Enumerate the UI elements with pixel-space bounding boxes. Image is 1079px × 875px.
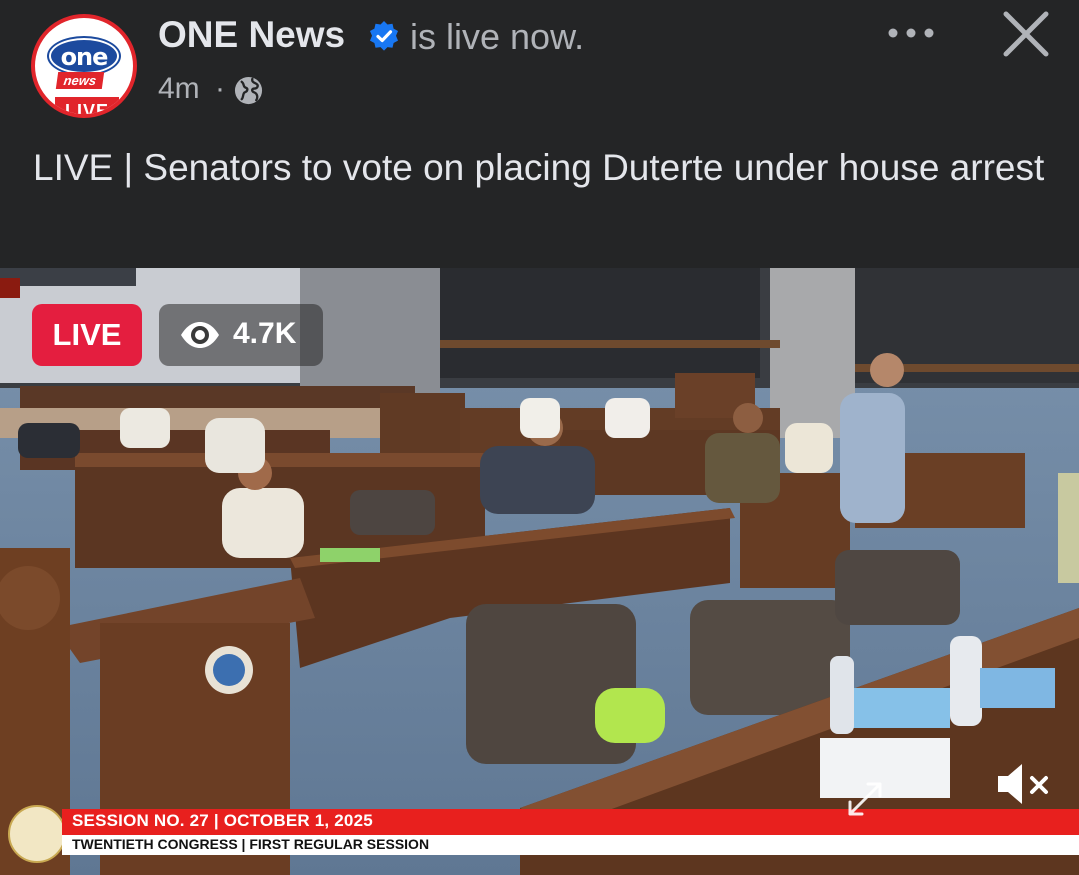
live-status-text: is live now. — [410, 16, 585, 57]
eye-icon — [181, 322, 219, 348]
avatar-logo-news: news — [55, 72, 105, 89]
live-badge: LIVE — [32, 304, 142, 366]
verified-badge-icon — [370, 21, 398, 51]
post-title: LIVE | Senators to vote on placing Duter… — [33, 147, 1045, 188]
page-avatar[interactable]: one news LIVE — [31, 14, 137, 118]
congress-info-text: TWENTIETH CONGRESS | FIRST REGULAR SESSI… — [72, 836, 430, 852]
session-info-text: SESSION NO. 27 | OCTOBER 1, 2025 — [72, 811, 373, 830]
meta-separator: · — [215, 72, 225, 105]
viewer-count: 4.7K — [233, 317, 297, 350]
lower-third-session: SESSION NO. 27 | OCTOBER 1, 2025 — [62, 809, 1079, 835]
muted-speaker-icon[interactable] — [992, 756, 1054, 812]
avatar-logo-one: one — [49, 38, 119, 74]
post-header: one news LIVE ONE News is live now. 4m ·… — [0, 0, 1079, 268]
close-icon[interactable] — [1000, 10, 1052, 58]
post-timestamp[interactable]: 4m — [158, 72, 200, 106]
live-video-player[interactable]: LIVE 4.7K SESSION NO. 27 | OCTOBER 1, 20… — [0, 268, 1079, 875]
senate-seal-logo — [8, 805, 66, 863]
viewer-count-badge: 4.7K — [159, 304, 323, 366]
expand-icon[interactable] — [838, 774, 892, 822]
more-options-icon[interactable] — [884, 18, 938, 48]
page-name-link[interactable]: ONE News — [158, 14, 345, 56]
lower-third-congress: TWENTIETH CONGRESS | FIRST REGULAR SESSI… — [62, 835, 1079, 855]
avatar-logo-live: LIVE — [53, 95, 121, 114]
globe-icon — [234, 76, 263, 105]
